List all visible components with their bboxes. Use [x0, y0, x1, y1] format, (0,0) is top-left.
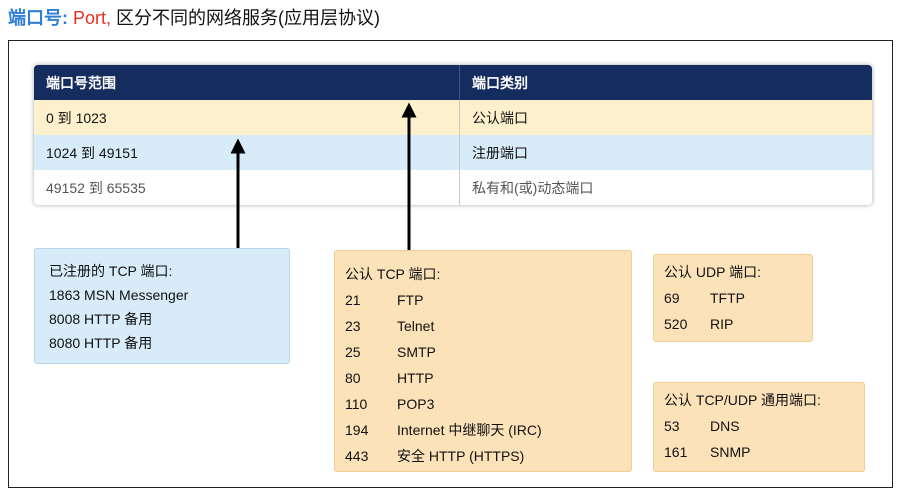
list-item: 110 POP3 — [345, 391, 631, 417]
port-number: 25 — [345, 344, 361, 360]
list-item: 8080 HTTP 备用 — [49, 335, 153, 351]
service-name: Telnet — [397, 318, 435, 334]
wellknown-tcp-udp-title: 公认 TCP/UDP 通用端口: — [664, 392, 821, 408]
wellknown-tcp-title: 公认 TCP 端口: — [345, 266, 441, 282]
wellknown-tcp-ports-box: 公认 TCP 端口: 21 FTP 23 Telnet 25 SMTP 80 HTTP … — [334, 250, 632, 472]
registered-tcp-ports-box: 已注册的 TCP 端口: 1863 MSN Messenger 8008 HTT… — [34, 248, 290, 364]
list-item: 53 DNS — [664, 413, 864, 439]
service-name: 安全 HTTP (HTTPS) — [397, 448, 525, 464]
service-name: FTP — [397, 292, 424, 308]
port-number: 443 — [345, 448, 369, 464]
list-item: 8008 HTTP 备用 — [49, 311, 153, 327]
registered-tcp-title: 已注册的 TCP 端口: — [49, 263, 173, 279]
list-item: 23 Telnet — [345, 313, 631, 339]
service-name: DNS — [710, 418, 740, 434]
port-number: 110 — [345, 396, 368, 412]
wellknown-udp-ports-box: 公认 UDP 端口: 69 TFTP 520 RIP — [653, 254, 813, 342]
port-number: 23 — [345, 318, 361, 334]
port-number: 161 — [664, 444, 688, 460]
port-number: 520 — [664, 316, 688, 332]
wellknown-tcp-udp-ports-box: 公认 TCP/UDP 通用端口: 53 DNS 161 SNMP — [653, 382, 865, 472]
list-item: 69 TFTP — [664, 285, 812, 311]
list-item: 21 FTP — [345, 287, 631, 313]
port-number: 21 — [345, 292, 361, 308]
list-item: 194 Internet 中继聊天 (IRC) — [345, 417, 631, 443]
port-number: 194 — [345, 422, 369, 438]
list-item: 520 RIP — [664, 311, 812, 337]
port-number: 69 — [664, 290, 680, 306]
list-item: 1863 MSN Messenger — [49, 287, 189, 303]
service-name: HTTP — [397, 370, 434, 386]
service-name: POP3 — [397, 396, 435, 412]
service-name: Internet 中继聊天 (IRC) — [397, 422, 542, 438]
list-item: 25 SMTP — [345, 339, 631, 365]
list-item: 161 SNMP — [664, 439, 864, 465]
list-item: 80 HTTP — [345, 365, 631, 391]
service-name: RIP — [710, 316, 734, 332]
port-number: 80 — [345, 370, 361, 386]
service-name: TFTP — [710, 290, 745, 306]
service-name: SMTP — [397, 344, 436, 360]
port-number: 53 — [664, 418, 680, 434]
list-item: 443 安全 HTTP (HTTPS) — [345, 443, 631, 469]
service-name: SNMP — [710, 444, 751, 460]
wellknown-udp-title: 公认 UDP 端口: — [664, 264, 761, 280]
